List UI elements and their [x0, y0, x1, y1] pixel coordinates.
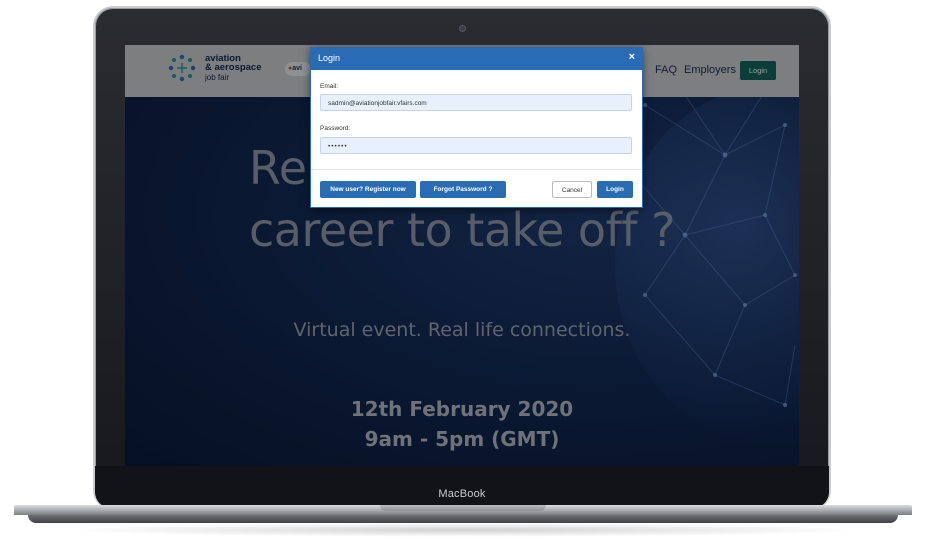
register-button[interactable]: New user? Register now [320, 181, 416, 198]
webcam-icon [459, 25, 466, 32]
login-modal-title: Login [318, 53, 341, 63]
laptop-base-bottom [28, 515, 898, 523]
browser-screen: aviation & aerospace job fair ●avi FAQ E… [125, 45, 799, 466]
password-field[interactable]: •••••• [320, 137, 632, 154]
login-modal: Login × Email: sadmin@aviationjobfair.vf… [310, 47, 643, 208]
close-icon[interactable]: × [629, 51, 635, 63]
laptop-brand-label: MacBook [438, 488, 486, 500]
login-modal-header: Login × [311, 48, 642, 70]
laptop-opening-notch [380, 505, 546, 511]
email-label: Email: [320, 83, 339, 90]
login-submit-button[interactable]: Login [597, 181, 633, 198]
password-label: Password: [320, 125, 351, 132]
modal-divider [311, 169, 642, 170]
email-field[interactable]: sadmin@aviationjobfair.vfairs.com [320, 94, 632, 111]
laptop-shadow [60, 523, 868, 537]
laptop-chin [95, 466, 829, 508]
cancel-button[interactable]: Cancel [552, 181, 592, 198]
forgot-password-button[interactable]: Forgot Password ? [420, 181, 506, 198]
